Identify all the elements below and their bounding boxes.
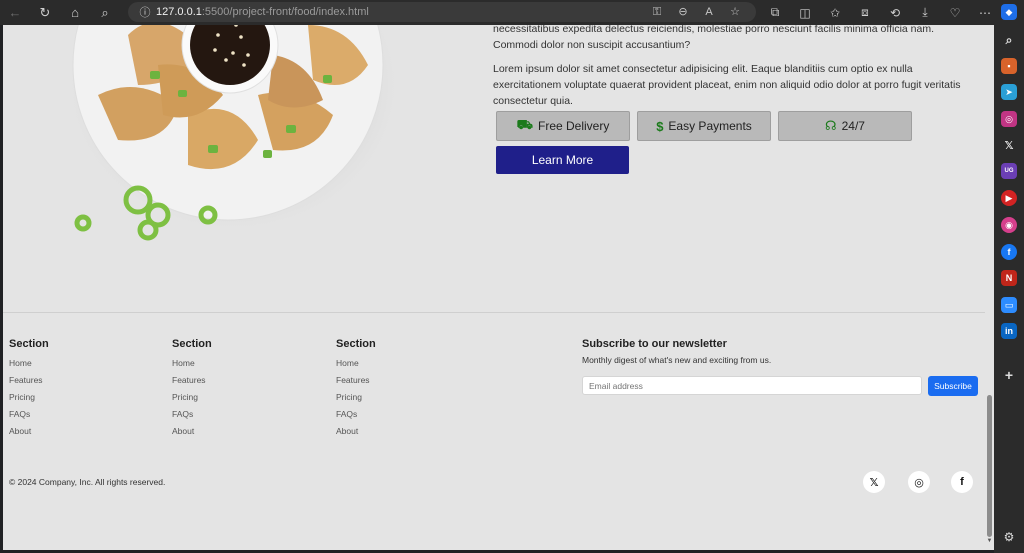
footer-link-about[interactable]: About	[172, 423, 212, 440]
add-sidebar-icon[interactable]: +	[1001, 367, 1017, 383]
refresh-icon[interactable]: ↻	[30, 0, 60, 25]
headset-icon: ☊	[825, 118, 837, 133]
footer-link-faqs[interactable]: FAQs	[172, 406, 212, 423]
footer-link-pricing[interactable]: Pricing	[336, 389, 376, 406]
back-icon[interactable]: ←	[0, 0, 30, 25]
footer-link-faqs[interactable]: FAQs	[336, 406, 376, 423]
zoom-icon[interactable]: ⊖	[670, 2, 696, 22]
favorites-icon[interactable]: ✩	[820, 0, 850, 25]
facebook-sidebar-icon[interactable]: f	[1001, 244, 1017, 260]
x-icon[interactable]: 𝕏	[863, 471, 885, 493]
footer-divider	[3, 312, 985, 313]
footer-column-title: Section	[172, 338, 212, 350]
footer-link-about[interactable]: About	[9, 423, 49, 440]
footer-column-3: Section Home Features Pricing FAQs About	[336, 338, 376, 440]
telegram-icon[interactable]: ➤	[1001, 84, 1017, 100]
collections-icon[interactable]: ⧈	[850, 0, 880, 25]
footer-link-home[interactable]: Home	[172, 355, 212, 372]
copyright-text: © 2024 Company, Inc. All rights reserved…	[9, 477, 166, 487]
footer-link-about[interactable]: About	[336, 423, 376, 440]
footer-column-2: Section Home Features Pricing FAQs About	[172, 338, 212, 440]
truck-icon: ⛟	[516, 117, 533, 132]
instagram-icon[interactable]: ◎	[908, 471, 930, 493]
sidebar-search-icon[interactable]: ⌕	[1001, 32, 1017, 48]
youtube-music-icon[interactable]: ▶	[1001, 190, 1017, 206]
netflix-icon[interactable]: N	[1001, 270, 1017, 286]
url-host: 127.0.0.1	[156, 6, 202, 18]
instagram-sidebar-icon[interactable]: ◎	[1001, 111, 1017, 127]
footer-link-features[interactable]: Features	[172, 372, 212, 389]
footer-column-title: Section	[9, 338, 49, 350]
footer-column-1: Section Home Features Pricing FAQs About	[9, 338, 49, 440]
site-info-icon[interactable]: ⓘ	[134, 4, 156, 20]
home-icon[interactable]: ⌂	[60, 0, 90, 25]
address-bar[interactable]: ⓘ 127.0.0.1:5500/project-front/food/inde…	[128, 2, 756, 22]
app-sidebar-icon[interactable]: UG	[1001, 163, 1017, 179]
performance-icon[interactable]: ♡	[940, 0, 970, 25]
footer-link-home[interactable]: Home	[9, 355, 49, 372]
support-247-button[interactable]: ☊ 24/7	[778, 111, 912, 141]
copilot-icon[interactable]: ◆	[1001, 4, 1017, 20]
dollar-icon: $	[656, 118, 664, 134]
footer-link-faqs[interactable]: FAQs	[9, 406, 49, 423]
subscribe-button[interactable]: Subscribe	[928, 376, 978, 396]
scrollbar-thumb[interactable]	[987, 395, 992, 537]
free-delivery-label: Free Delivery	[538, 119, 610, 133]
split-screen-icon[interactable]: ◫	[790, 0, 820, 25]
read-aloud-icon[interactable]: A	[696, 2, 722, 22]
linkedin-icon[interactable]: in	[1001, 323, 1017, 339]
history-icon[interactable]: ⟲	[880, 0, 910, 25]
browser-toolbar: ← ↻ ⌂ ⌕ ⓘ 127.0.0.1:5500/project-front/f…	[0, 0, 994, 25]
support-247-label: 24/7	[841, 119, 865, 133]
tools-icon[interactable]: ▪	[1001, 58, 1017, 74]
newsletter-section: Subscribe to our newsletter Monthly dige…	[582, 338, 982, 365]
sidebar-settings-icon[interactable]: ⚙	[1001, 529, 1017, 545]
dumplings-image	[63, 25, 398, 241]
browser-sidebar: ◆ ⌕ ▪ ➤ ◎ 𝕏 UG ▶ ◉ f N ▭ in + ⚙	[994, 0, 1024, 553]
footer-link-home[interactable]: Home	[336, 355, 376, 372]
newsletter-title: Subscribe to our newsletter	[582, 338, 727, 350]
easy-payments-label: Easy Payments	[668, 119, 752, 133]
footer-link-features[interactable]: Features	[336, 372, 376, 389]
facebook-icon[interactable]: f	[951, 471, 973, 493]
email-address-input[interactable]	[582, 376, 922, 395]
description-paragraph-1: necessitatibus expedita delectus reicien…	[493, 25, 935, 51]
easy-payments-button[interactable]: $ Easy Payments	[637, 111, 771, 141]
downloads-icon[interactable]: ⤓	[910, 0, 940, 25]
footer-link-features[interactable]: Features	[9, 372, 49, 389]
search-icon[interactable]: ⌕	[90, 0, 120, 25]
learn-more-button[interactable]: Learn More	[496, 146, 629, 174]
dribbble-icon[interactable]: ◉	[1001, 217, 1017, 233]
footer-column-title: Section	[336, 338, 376, 350]
newsletter-subtitle: Monthly digest of what's new and excitin…	[582, 355, 772, 365]
url-path: :5500/project-front/food/index.html	[201, 6, 369, 18]
extensions-icon[interactable]: ⧉	[760, 0, 790, 25]
web-page: necessitatibus expedita delectus reicien…	[3, 25, 985, 550]
zoom-app-icon[interactable]: ▭	[1001, 297, 1017, 313]
page-scrollbar[interactable]: ▼	[985, 25, 994, 550]
key-icon[interactable]: ⚿	[644, 2, 670, 22]
favorite-star-icon[interactable]: ☆	[722, 2, 748, 22]
free-delivery-button[interactable]: ⛟ Free Delivery	[496, 111, 630, 141]
description-paragraph-2: Lorem ipsum dolor sit amet consectetur a…	[493, 63, 961, 107]
footer-link-pricing[interactable]: Pricing	[172, 389, 212, 406]
footer-link-pricing[interactable]: Pricing	[9, 389, 49, 406]
scroll-down-arrow-icon[interactable]: ▼	[986, 538, 993, 544]
x-sidebar-icon[interactable]: 𝕏	[1001, 137, 1017, 153]
